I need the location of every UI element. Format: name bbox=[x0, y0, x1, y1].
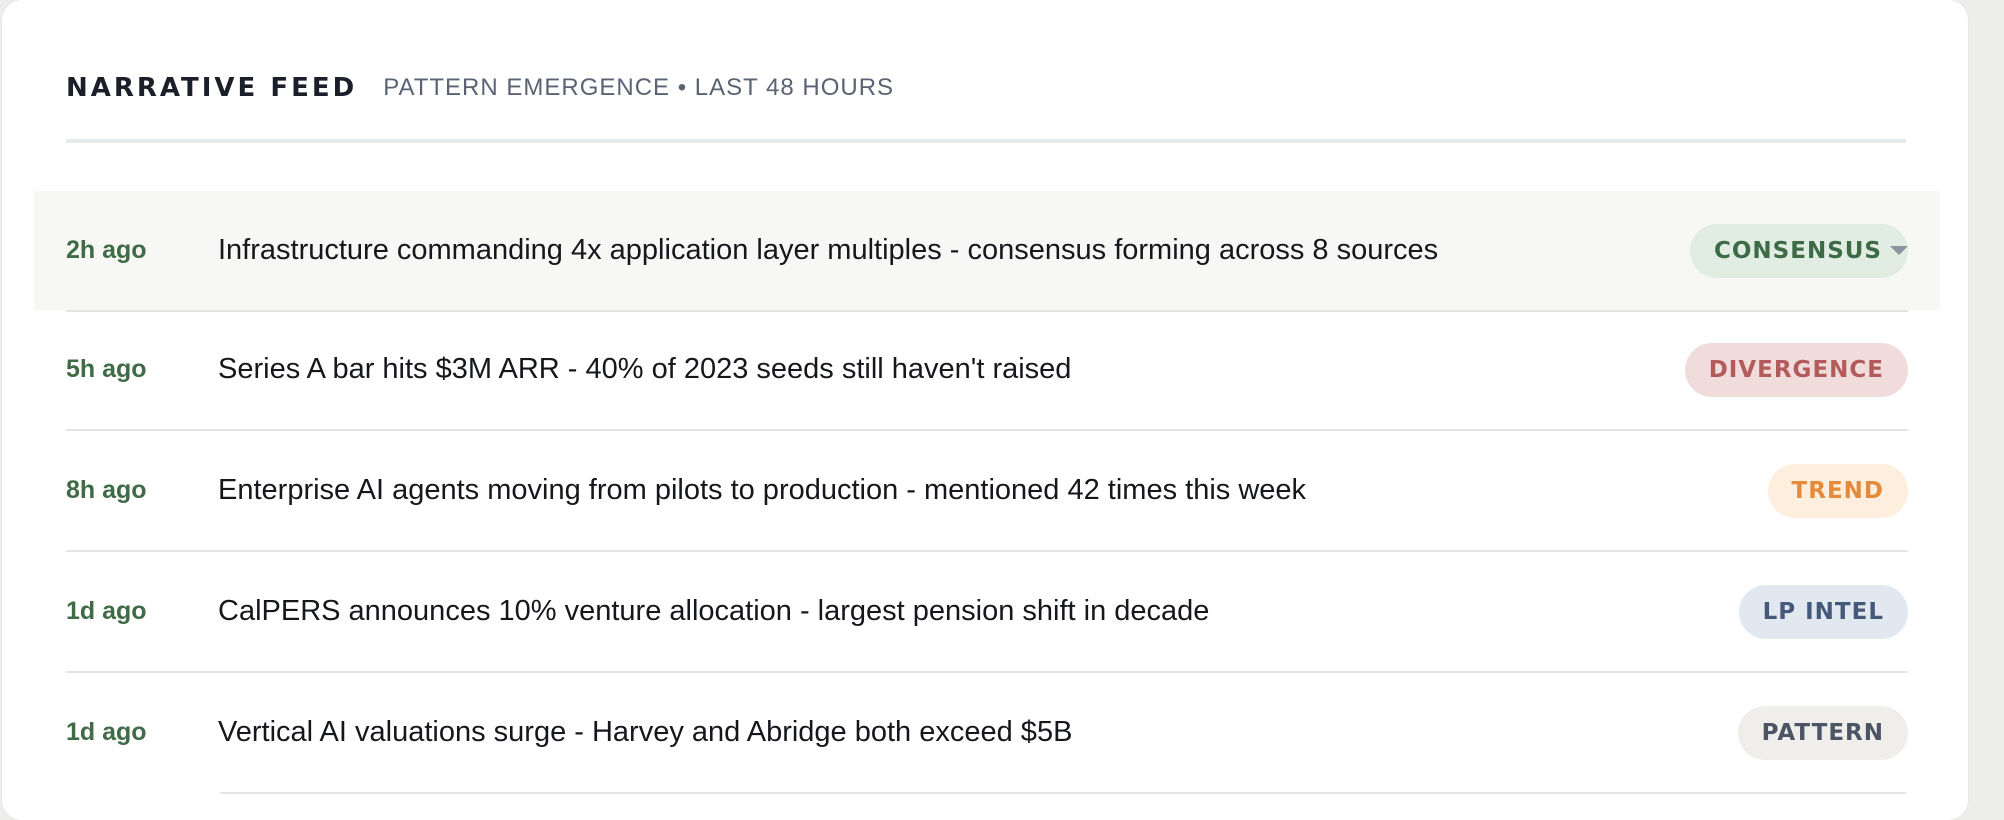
tag-label: LP INTEL bbox=[1762, 598, 1884, 625]
tag-label: PATTERN bbox=[1761, 719, 1884, 746]
row-divider bbox=[220, 792, 1906, 794]
feed-title: NARRATIVE FEED bbox=[66, 73, 358, 103]
feed-item-trend[interactable]: 8h ago Enterprise AI agents moving from … bbox=[66, 431, 1908, 552]
feed-item-time: 5h ago bbox=[66, 355, 147, 383]
narrative-feed-card: NARRATIVE FEED PATTERN EMERGENCE • LAST … bbox=[2, 0, 1968, 820]
tag-trend-badge[interactable]: TREND bbox=[1767, 463, 1908, 518]
feed-item-lp-intel[interactable]: 1d ago CalPERS announces 10% venture all… bbox=[66, 552, 1908, 673]
feed-item-time: 1d ago bbox=[66, 597, 147, 625]
feed-header: NARRATIVE FEED PATTERN EMERGENCE • LAST … bbox=[66, 64, 894, 112]
tag-label: CONSENSUS bbox=[1713, 237, 1882, 264]
tag-consensus-badge[interactable]: CONSENSUS bbox=[1689, 223, 1908, 278]
feed-list: 2h ago Infrastructure commanding 4x appl… bbox=[34, 191, 1940, 792]
feed-item-text: Infrastructure commanding 4x application… bbox=[218, 234, 1439, 266]
feed-item-consensus[interactable]: 2h ago Infrastructure commanding 4x appl… bbox=[34, 191, 1940, 312]
feed-item-divergence[interactable]: 5h ago Series A bar hits $3M ARR - 40% o… bbox=[66, 310, 1908, 431]
feed-item-text: Enterprise AI agents moving from pilots … bbox=[218, 474, 1307, 506]
header-divider bbox=[66, 139, 1906, 143]
tag-pattern-badge[interactable]: PATTERN bbox=[1737, 705, 1908, 760]
feed-item-time: 2h ago bbox=[66, 236, 147, 264]
caret-down-icon bbox=[1890, 245, 1908, 255]
feed-subtitle: PATTERN EMERGENCE • LAST 48 HOURS bbox=[383, 74, 895, 101]
feed-item-time: 8h ago bbox=[66, 476, 147, 504]
tag-divergence-badge[interactable]: DIVERGENCE bbox=[1684, 342, 1908, 397]
feed-item-time: 1d ago bbox=[66, 718, 147, 746]
feed-item-text: CalPERS announces 10% venture allocation… bbox=[218, 595, 1210, 627]
tag-lp-intel-badge[interactable]: LP INTEL bbox=[1738, 584, 1908, 639]
tag-label: TREND bbox=[1791, 477, 1884, 504]
feed-item-text: Series A bar hits $3M ARR - 40% of 2023 … bbox=[218, 353, 1072, 385]
feed-item-text: Vertical AI valuations surge - Harvey an… bbox=[218, 716, 1073, 748]
tag-label: DIVERGENCE bbox=[1708, 356, 1884, 383]
feed-item-pattern[interactable]: 1d ago Vertical AI valuations surge - Ha… bbox=[66, 673, 1908, 792]
